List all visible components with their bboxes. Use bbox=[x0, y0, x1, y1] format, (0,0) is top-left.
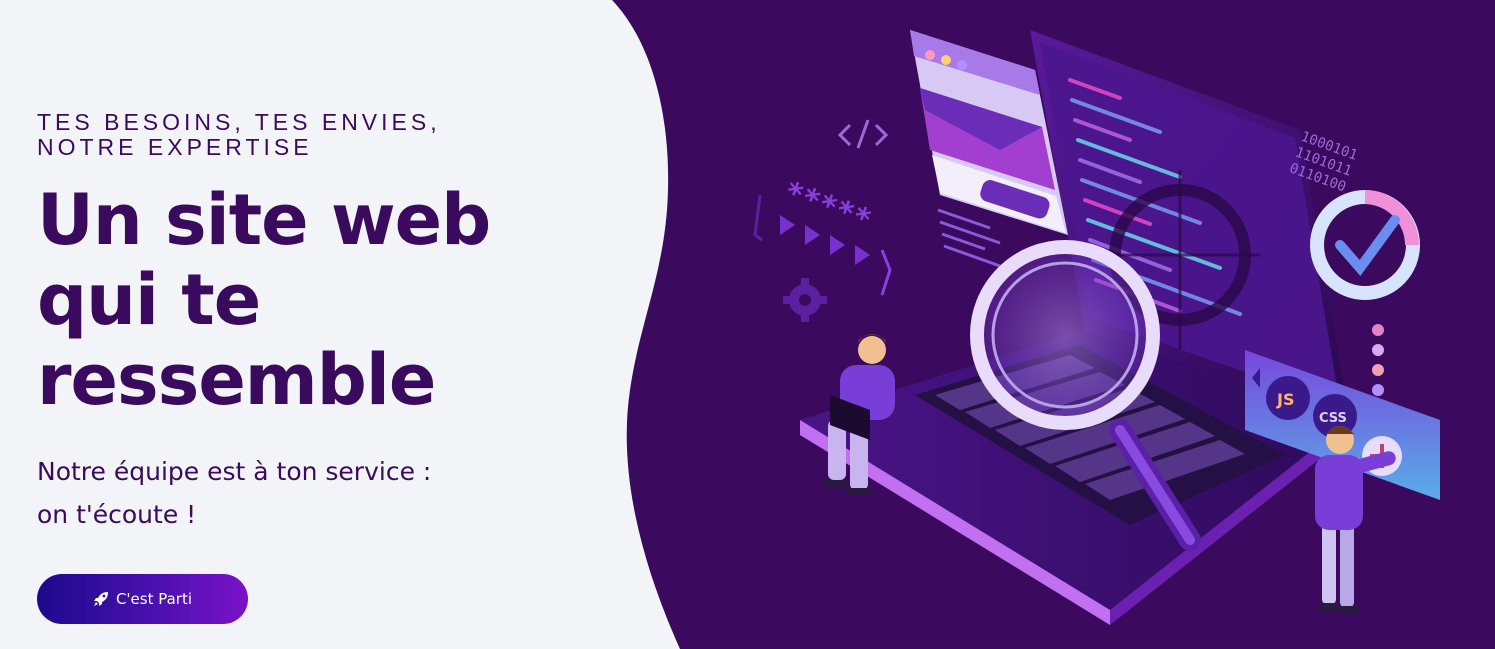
hero-subtitle-line-1: Notre équipe est à ton service : bbox=[37, 457, 432, 486]
rocket-icon bbox=[93, 592, 108, 606]
code-tag-icon bbox=[837, 119, 889, 149]
donut-chart-icon bbox=[1310, 190, 1420, 300]
hero-title-line-3: ressemble bbox=[37, 339, 436, 421]
progress-dots bbox=[1372, 324, 1384, 396]
hero-title-line-1: Un site web bbox=[37, 179, 491, 261]
hero-illustration: ***** 100010111010110110100 JS CSS bbox=[753, 30, 1440, 625]
gear-icon bbox=[783, 278, 827, 322]
hero-section: TES BESOINS, TES ENVIES, NOTRE EXPERTISE… bbox=[0, 0, 1495, 649]
cest-parti-button[interactable]: C'est Parti bbox=[37, 574, 248, 624]
badge-css: CSS bbox=[1319, 411, 1347, 426]
hero-subtitle-line-2: on t'écoute ! bbox=[37, 500, 197, 529]
hero-kicker: TES BESOINS, TES ENVIES, NOTRE EXPERTISE bbox=[37, 109, 441, 160]
badge-js: JS bbox=[1276, 390, 1294, 409]
hero-title-line-2: qui te bbox=[37, 259, 261, 341]
cest-parti-label: C'est Parti bbox=[115, 590, 193, 608]
hero-title: Un site web qui te ressemble bbox=[37, 180, 577, 420]
password-mask: ***** bbox=[779, 175, 876, 239]
hero-subtitle: Notre équipe est à ton service : on t'éc… bbox=[37, 450, 537, 536]
